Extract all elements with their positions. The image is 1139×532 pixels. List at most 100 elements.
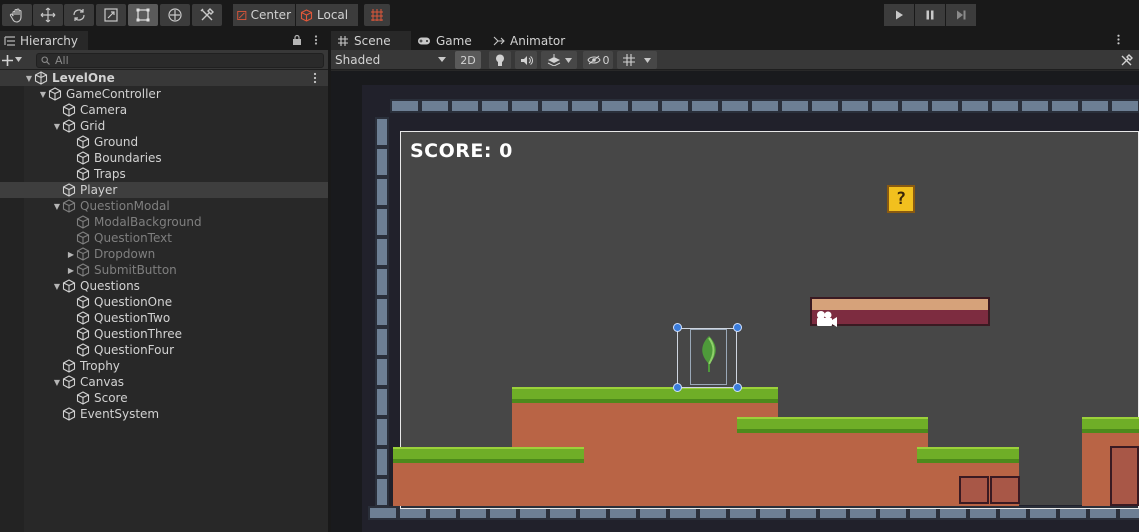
gameobject-cube-icon xyxy=(62,119,76,133)
rect-tool-button[interactable] xyxy=(128,4,158,26)
wall-tile xyxy=(375,147,389,177)
2d-mode-toggle[interactable]: 2D xyxy=(455,51,481,69)
hierarchy-list-icon xyxy=(4,35,15,46)
scale-tool-button[interactable] xyxy=(96,4,126,26)
effects-layers-icon xyxy=(547,54,560,66)
grid-snap-button[interactable] xyxy=(364,4,390,26)
wall-tile xyxy=(1110,99,1139,113)
plus-icon xyxy=(2,54,13,66)
step-button[interactable] xyxy=(946,4,976,26)
main-toolbar: Center Local xyxy=(0,0,1139,30)
expand-arrow-icon[interactable]: ▼ xyxy=(38,90,48,99)
gameobject-cube-icon xyxy=(62,407,76,421)
wall-tile xyxy=(375,387,389,417)
pivot-rotation-toggle[interactable]: Local xyxy=(296,4,358,26)
gameobject-cube-icon xyxy=(76,247,90,261)
pause-icon xyxy=(926,10,934,20)
hierarchy-item-gamecontroller[interactable]: ▼ GameController xyxy=(0,86,328,102)
expand-arrow-icon[interactable]: ▼ xyxy=(52,122,62,131)
hierarchy-item-modalbackground[interactable]: ModalBackground xyxy=(0,214,328,230)
lock-icon[interactable] xyxy=(291,34,303,46)
hierarchy-item-questions[interactable]: ▼ Questions xyxy=(0,278,328,294)
hierarchy-tabbar: Hierarchy xyxy=(0,30,328,50)
gameobject-cube-icon xyxy=(48,87,62,101)
expand-arrow-icon[interactable]: ▶ xyxy=(66,250,76,259)
hierarchy-item-player[interactable]: Player xyxy=(0,182,328,198)
hierarchy-item-questionmodal[interactable]: ▼ QuestionModal xyxy=(0,198,328,214)
hierarchy-item-canvas[interactable]: ▼ Canvas xyxy=(0,374,328,390)
hierarchy-item-eventsystem[interactable]: EventSystem xyxy=(0,406,328,422)
gizmo-handle-top-right[interactable] xyxy=(733,323,742,332)
expand-arrow-icon[interactable]: ▶ xyxy=(66,266,76,275)
hierarchy-item-ground[interactable]: Ground xyxy=(0,134,328,150)
grid-snap-icon xyxy=(371,9,383,21)
effects-dropdown[interactable] xyxy=(541,51,577,69)
hierarchy-item-trophy[interactable]: Trophy xyxy=(0,358,328,374)
hierarchy-item-questiontwo[interactable]: QuestionTwo xyxy=(0,310,328,326)
grid-icon xyxy=(623,54,635,66)
hierarchy-item-dropdown[interactable]: ▶ Dropdown xyxy=(0,246,328,262)
hierarchy-item-questiontext[interactable]: QuestionText xyxy=(0,230,328,246)
tab-game[interactable]: Game xyxy=(411,31,483,50)
gameobject-cube-icon xyxy=(62,359,76,373)
panel-menu-icon[interactable] xyxy=(310,34,322,46)
question-block[interactable]: ? xyxy=(887,185,915,213)
gameobject-cube-icon xyxy=(62,183,76,197)
hierarchy-item-label: QuestionOne xyxy=(94,295,173,309)
search-icon xyxy=(41,56,50,65)
lighting-toggle[interactable] xyxy=(489,51,511,69)
hierarchy-item-grid[interactable]: ▼ Grid xyxy=(0,118,328,134)
hand-tool-button[interactable] xyxy=(2,4,32,26)
wrench-icon xyxy=(1121,53,1133,65)
gizmo-handle-bottom-right[interactable] xyxy=(733,383,742,392)
gizmo-handle-top-left[interactable] xyxy=(673,323,682,332)
chevron-down-icon xyxy=(15,57,22,62)
hierarchy-item-boundaries[interactable]: Boundaries xyxy=(0,150,328,166)
hierarchy-item-questionfour[interactable]: QuestionFour xyxy=(0,342,328,358)
scene-row[interactable]: ▼ LevelOne xyxy=(0,70,328,86)
move-tool-button[interactable] xyxy=(33,4,63,26)
wall-tile xyxy=(690,99,720,113)
gizmo-handle-bottom-left[interactable] xyxy=(673,383,682,392)
hierarchy-item-questionone[interactable]: QuestionOne xyxy=(0,294,328,310)
play-button[interactable] xyxy=(884,4,914,26)
hierarchy-item-submitbutton[interactable]: ▶ SubmitButton xyxy=(0,262,328,278)
tab-animator[interactable]: Animator xyxy=(487,31,577,50)
expand-arrow-icon[interactable]: ▼ xyxy=(52,202,62,211)
hierarchy-item-questionthree[interactable]: QuestionThree xyxy=(0,326,328,342)
crate-1 xyxy=(959,476,989,504)
hierarchy-item-camera[interactable]: Camera xyxy=(0,102,328,118)
scene-visibility-toggle[interactable]: 0 xyxy=(583,51,613,69)
expand-arrow-icon[interactable]: ▼ xyxy=(52,282,62,291)
rotate-tool-button[interactable] xyxy=(64,4,94,26)
hierarchy-search-input[interactable]: All xyxy=(36,53,324,68)
pause-button[interactable] xyxy=(915,4,945,26)
tab-scene-label: Scene xyxy=(354,33,391,48)
tab-scene[interactable]: Scene xyxy=(331,31,411,50)
hierarchy-item-label: Dropdown xyxy=(94,247,156,261)
hierarchy-item-traps[interactable]: Traps xyxy=(0,166,328,182)
scene-menu-icon[interactable] xyxy=(310,72,320,84)
shading-mode-dropdown[interactable]: Shaded xyxy=(333,51,450,69)
hierarchy-item-score[interactable]: Score xyxy=(0,390,328,406)
wall-tile xyxy=(375,117,389,147)
pivot-mode-toggle[interactable]: Center xyxy=(233,4,295,26)
tab-hierarchy[interactable]: Hierarchy xyxy=(0,31,88,50)
scene-menu-dots-icon[interactable] xyxy=(1113,34,1124,45)
transform-tool-button[interactable] xyxy=(160,4,190,26)
hierarchy-item-label: Camera xyxy=(80,103,128,117)
wall-tile xyxy=(375,327,389,357)
grass-strip-far-right xyxy=(1082,417,1139,433)
wall-tile xyxy=(375,447,389,477)
custom-tool-button[interactable] xyxy=(192,4,222,26)
expand-arrow-icon[interactable]: ▼ xyxy=(52,378,62,387)
gizmo-grid-dropdown[interactable] xyxy=(617,51,657,69)
tab-game-label: Game xyxy=(436,33,472,48)
create-dropdown-button[interactable] xyxy=(2,51,26,69)
score-text[interactable]: SCORE: 0 xyxy=(410,140,513,162)
audio-toggle[interactable] xyxy=(515,51,537,69)
eye-hidden-icon xyxy=(586,55,601,65)
scene-tools-button[interactable] xyxy=(1115,51,1137,69)
shading-mode-label: Shaded xyxy=(335,53,381,67)
expand-arrow-icon[interactable]: ▼ xyxy=(24,74,34,83)
